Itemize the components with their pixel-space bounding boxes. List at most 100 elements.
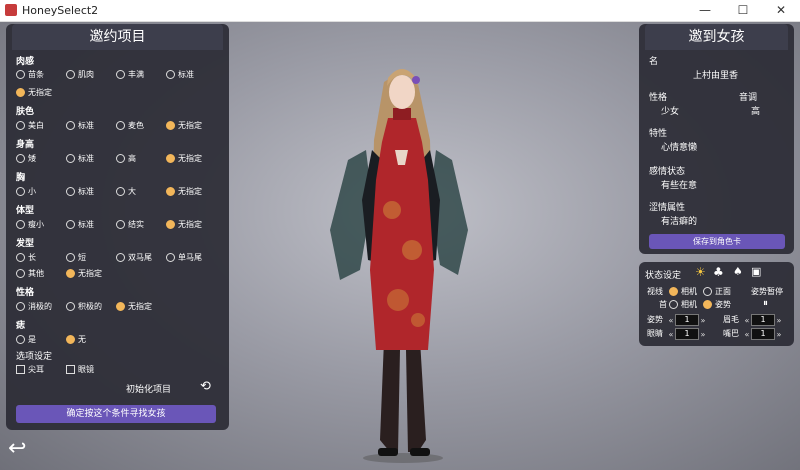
radio-icon[interactable] — [16, 70, 25, 79]
radio-icon[interactable] — [16, 187, 25, 196]
option-hair-any[interactable]: 无指定 — [66, 268, 102, 280]
radio-selected-icon[interactable] — [166, 187, 175, 196]
option-hair-short[interactable]: 短 — [66, 252, 86, 264]
radio-icon[interactable] — [116, 220, 125, 229]
radio-icon[interactable] — [166, 70, 175, 79]
radio-icon[interactable] — [16, 154, 25, 163]
chevron-left-icon[interactable]: « — [743, 316, 751, 325]
outfit-icon[interactable]: ♣ — [713, 265, 724, 279]
save-to-card-button[interactable]: 保存到角色卡 — [649, 234, 785, 249]
radio-icon[interactable] — [703, 287, 712, 296]
radio-icon[interactable] — [16, 269, 25, 278]
chevron-left-icon[interactable]: « — [667, 330, 675, 339]
radio-icon[interactable] — [16, 220, 25, 229]
eye-value[interactable]: 1 — [675, 328, 699, 340]
radio-selected-icon[interactable] — [66, 335, 75, 344]
gaze-camera-option[interactable]: 相机 — [669, 286, 697, 298]
chevron-left-icon[interactable]: « — [667, 316, 675, 325]
pose-stepper[interactable]: «1» — [667, 314, 707, 326]
option-pointed-ears[interactable]: 尖耳 — [16, 364, 44, 376]
option-hair-long[interactable]: 长 — [16, 252, 36, 264]
option-hair-other[interactable]: 其他 — [16, 268, 44, 280]
option-body-any[interactable]: 无指定 — [166, 219, 202, 231]
option-flesh-plump[interactable]: 丰满 — [116, 69, 144, 81]
option-hair-ponytail[interactable]: 单马尾 — [166, 252, 202, 264]
radio-selected-icon[interactable] — [116, 302, 125, 311]
radio-icon[interactable] — [66, 253, 75, 262]
radio-selected-icon[interactable] — [166, 154, 175, 163]
option-height-short[interactable]: 矮 — [16, 153, 36, 165]
option-mole-yes[interactable]: 是 — [16, 334, 36, 346]
neck-camera-option[interactable]: 相机 — [669, 299, 697, 311]
radio-icon[interactable] — [669, 300, 678, 309]
option-flesh-any[interactable]: 无指定 — [16, 87, 52, 99]
refresh-icon[interactable]: ⟲ — [200, 379, 211, 394]
option-body-sturdy[interactable]: 结实 — [116, 219, 144, 231]
radio-selected-icon[interactable] — [669, 287, 678, 296]
eye-stepper[interactable]: «1» — [667, 328, 707, 340]
radio-icon[interactable] — [66, 187, 75, 196]
option-personality-positive[interactable]: 积极的 — [66, 301, 102, 313]
option-body-petite[interactable]: 瘦小 — [16, 219, 44, 231]
radio-selected-icon[interactable] — [16, 88, 25, 97]
pose-value[interactable]: 1 — [675, 314, 699, 326]
mouth-stepper[interactable]: «1» — [743, 328, 783, 340]
option-height-any[interactable]: 无指定 — [166, 153, 202, 165]
chevron-right-icon[interactable]: » — [775, 316, 783, 325]
eyebrow-value[interactable]: 1 — [751, 314, 775, 326]
sun-icon[interactable]: ☀ — [695, 265, 706, 279]
radio-selected-icon[interactable] — [66, 269, 75, 278]
radio-icon[interactable] — [16, 121, 25, 130]
chevron-right-icon[interactable]: » — [775, 330, 783, 339]
radio-selected-icon[interactable] — [166, 121, 175, 130]
radio-icon[interactable] — [66, 154, 75, 163]
gaze-front-option[interactable]: 正面 — [703, 286, 731, 298]
radio-icon[interactable] — [16, 253, 25, 262]
radio-icon[interactable] — [16, 335, 25, 344]
radio-icon[interactable] — [116, 253, 125, 262]
radio-icon[interactable] — [66, 302, 75, 311]
radio-selected-icon[interactable] — [166, 220, 175, 229]
radio-icon[interactable] — [16, 302, 25, 311]
radio-icon[interactable] — [116, 154, 125, 163]
option-chest-any[interactable]: 无指定 — [166, 186, 202, 198]
search-girl-button[interactable]: 确定按这个条件寻找女孩 — [16, 405, 216, 423]
option-glasses[interactable]: 眼镜 — [66, 364, 94, 376]
option-height-standard[interactable]: 标准 — [66, 153, 94, 165]
option-skin-white[interactable]: 美白 — [16, 120, 44, 132]
option-skin-standard[interactable]: 标准 — [66, 120, 94, 132]
eyebrow-stepper[interactable]: «1» — [743, 314, 783, 326]
option-skin-any[interactable]: 无指定 — [166, 120, 202, 132]
checkbox-icon[interactable] — [16, 365, 25, 374]
radio-selected-icon[interactable] — [703, 300, 712, 309]
radio-icon[interactable] — [66, 220, 75, 229]
option-skin-tan[interactable]: 麦色 — [116, 120, 144, 132]
accessory-icon[interactable]: ♠ — [733, 265, 743, 278]
option-chest-small[interactable]: 小 — [16, 186, 36, 198]
option-chest-large[interactable]: 大 — [116, 186, 136, 198]
back-arrow-icon[interactable]: ↩ — [8, 436, 26, 461]
option-personality-any[interactable]: 无指定 — [116, 301, 152, 313]
checkbox-icon[interactable] — [66, 365, 75, 374]
option-flesh-muscle[interactable]: 肌肉 — [66, 69, 94, 81]
radio-icon[interactable] — [116, 70, 125, 79]
chevron-right-icon[interactable]: » — [699, 330, 707, 339]
radio-icon[interactable] — [116, 121, 125, 130]
reset-items-label[interactable]: 初始化项目 — [126, 382, 171, 395]
image-icon[interactable]: ▣ — [751, 265, 761, 278]
option-height-tall[interactable]: 高 — [116, 153, 136, 165]
radio-icon[interactable] — [66, 121, 75, 130]
option-mole-no[interactable]: 无 — [66, 334, 86, 346]
mouth-value[interactable]: 1 — [751, 328, 775, 340]
radio-icon[interactable] — [116, 187, 125, 196]
option-body-standard[interactable]: 标准 — [66, 219, 94, 231]
neck-pose-option[interactable]: 姿势 — [703, 299, 731, 311]
chevron-right-icon[interactable]: » — [699, 316, 707, 325]
option-flesh-slim[interactable]: 苗条 — [16, 69, 44, 81]
option-chest-standard[interactable]: 标准 — [66, 186, 94, 198]
pause-toggle-icon[interactable]: ⏸ — [763, 298, 768, 309]
option-flesh-standard[interactable]: 标准 — [166, 69, 194, 81]
chevron-left-icon[interactable]: « — [743, 330, 751, 339]
radio-icon[interactable] — [66, 70, 75, 79]
option-personality-negative[interactable]: 消极的 — [16, 301, 52, 313]
